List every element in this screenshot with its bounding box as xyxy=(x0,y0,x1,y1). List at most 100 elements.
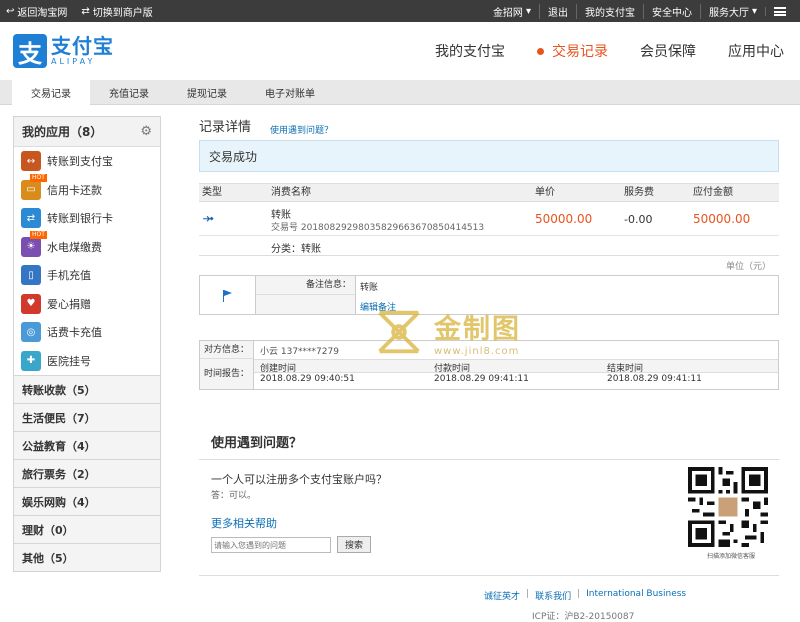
more-help-link[interactable]: 更多相关帮助 xyxy=(211,515,277,531)
end-time: 2018.08.29 09:41:11 xyxy=(607,374,702,384)
sidebar-group[interactable]: 其他（5） xyxy=(14,543,160,571)
menu-button[interactable] xyxy=(765,6,794,16)
switch-merchant-link[interactable]: ⇄ 切换到商户版 xyxy=(81,4,152,19)
logout-link[interactable]: 退出 xyxy=(538,3,576,19)
app-icon: ♥ xyxy=(21,293,41,314)
tab-statement[interactable]: 电子对账单 xyxy=(246,80,334,105)
logo-en-text: ALIPAY xyxy=(51,57,96,66)
sidebar-app-item[interactable]: ▭ HOT 信用卡还款 xyxy=(14,173,160,205)
logo-cn-text: 支付宝 xyxy=(51,34,114,58)
help-link[interactable]: 使用遇到问题？ xyxy=(270,123,333,136)
faq-search-input[interactable] xyxy=(211,537,331,553)
transaction-table: 类型 消费名称 单价 服务费 应付金额 ⤞ 转账 交易号 20180829298… xyxy=(199,183,779,256)
icp-license: ICP证：沪B2-20150087 xyxy=(532,612,635,622)
table-row: ⤞ 转账 交易号 2018082929803582966367085041451… xyxy=(199,202,779,236)
faq-title: 使用遇到问题？ xyxy=(211,436,303,451)
active-dot-icon xyxy=(537,47,544,55)
time-label: 时间报告： xyxy=(200,359,254,389)
sub-nav: 交易记录 充值记录 提现记录 电子对账单 xyxy=(0,80,800,105)
status-text: 交易成功 xyxy=(209,149,258,164)
sidebar-app-item[interactable]: ☀ HOT 水电煤缴费 xyxy=(14,230,160,262)
nav-member-protection[interactable]: 会员保障 xyxy=(624,22,712,80)
sidebar-group[interactable]: 理财（0） xyxy=(14,515,160,543)
party-label: 对方信息： xyxy=(200,341,254,359)
tab-transaction-records[interactable]: 交易记录 xyxy=(12,80,90,105)
account-name-link[interactable]: 金招网 ▾ xyxy=(485,4,539,19)
return-icon: ↩ xyxy=(6,5,15,17)
app-icon: ▯ xyxy=(21,265,41,286)
app-icon: ⇄ xyxy=(21,208,41,229)
gear-icon[interactable]: ⚙ xyxy=(140,124,152,139)
nav-my-alipay[interactable]: 我的支付宝 xyxy=(419,22,521,80)
header-price: 单价 xyxy=(535,187,555,198)
sidebar-app-item[interactable]: ↔ 转账到支付宝 xyxy=(14,147,160,176)
top-bar: ↩ 返回淘宝网 ⇄ 切换到商户版 金招网 ▾ 退出 我的支付宝 安全中心 服务大厅 ▾ xyxy=(0,0,800,22)
app-label: 话费卡充值 xyxy=(47,326,102,340)
nav-transactions[interactable]: 交易记录 xyxy=(521,22,624,80)
alipay-logo[interactable]: 支 支付宝 ALIPAY xyxy=(13,34,114,68)
faq-search-button[interactable]: 搜索 xyxy=(337,536,371,553)
transaction-name: 转账 xyxy=(271,210,291,221)
category-text: 分类：转账 xyxy=(271,244,321,255)
flag-icon xyxy=(222,290,233,302)
my-alipay-link[interactable]: 我的支付宝 xyxy=(575,3,643,19)
sidebar-app-item[interactable]: ▯ 手机充值 xyxy=(14,261,160,290)
switch-icon: ⇄ xyxy=(81,5,90,17)
sidebar-group[interactable]: 娱乐网购（4） xyxy=(14,487,160,515)
sidebar-group[interactable]: 生活便民（7） xyxy=(14,403,160,431)
app-icon: ▭ HOT xyxy=(21,173,47,200)
alipay-logo-icon: 支 xyxy=(13,34,47,68)
trade-number: 交易号 2018082929803582966367085041451​3 xyxy=(271,223,485,233)
footer-intl-link[interactable]: International Business xyxy=(586,589,686,602)
tab-recharge-records[interactable]: 充值记录 xyxy=(90,80,168,105)
footer-careers-link[interactable]: 诚征英才 xyxy=(484,589,520,602)
payable-amount: 50000.00 xyxy=(693,212,751,226)
hot-badge: HOT xyxy=(30,173,47,182)
header-type: 类型 xyxy=(202,187,222,198)
app-label: 转账到支付宝 xyxy=(47,155,113,169)
category-row: 分类：转账 xyxy=(199,236,779,256)
sidebar-app-item[interactable]: ◎ 话费卡充值 xyxy=(14,318,160,347)
sidebar-app-item[interactable]: ♥ 爱心捐赠 xyxy=(14,290,160,319)
tab-withdraw-records[interactable]: 提现记录 xyxy=(168,80,246,105)
header-fee: 服务费 xyxy=(624,187,654,198)
footer-contact-link[interactable]: 联系我们 xyxy=(535,589,571,602)
transfer-type-icon: ⤞ xyxy=(203,211,214,226)
caret-down-icon: ▾ xyxy=(751,5,757,17)
faq-answer: 答：可以。 xyxy=(211,491,257,501)
app-label: 手机充值 xyxy=(47,269,91,283)
party-value: 小云 137****7279 xyxy=(260,347,339,357)
sidebar-group[interactable]: 转账收款（5） xyxy=(14,375,160,403)
watermark-logo-icon xyxy=(378,310,420,354)
qr-code-icon xyxy=(688,467,768,547)
header: 支 支付宝 ALIPAY 我的支付宝 交易记录 会员保障 应用中心 xyxy=(0,22,800,80)
unit-price: 50000.00 xyxy=(535,212,593,226)
sidebar-app-item[interactable]: ⇄ 转账到银行卡 xyxy=(14,204,160,233)
sidebar-group[interactable]: 公益教育（4） xyxy=(14,431,160,459)
paid-time: 2018.08.29 09:41:11 xyxy=(434,374,529,384)
menu-icon xyxy=(774,6,786,16)
sidebar-app-item[interactable]: ✚ 医院挂号 xyxy=(14,347,160,376)
watermark-text: 金制图 xyxy=(434,314,521,345)
sidebar: 我的应用（8） ⚙ ↔ 转账到支付宝 ▭ HOT 信用卡还款 ⇄ 转账到银行卡 ☀ HOT 水电煤… xyxy=(13,116,161,572)
security-center-link[interactable]: 安全中心 xyxy=(642,3,700,19)
app-icon: ☀ HOT xyxy=(21,230,47,257)
sidebar-group[interactable]: 旅行票务（2） xyxy=(14,459,160,487)
faq-question[interactable]: 一个人可以注册多个支付宝账户吗？ xyxy=(211,471,387,487)
note-value: 转账 xyxy=(360,283,379,293)
page-title: 记录详情 xyxy=(199,120,252,135)
watermark-url: www.jinl8.com xyxy=(434,346,520,357)
header-pay: 应付金额 xyxy=(693,187,733,198)
back-to-taobao-link[interactable]: ↩ 返回淘宝网 xyxy=(6,4,67,19)
unit-label: 单位（元） xyxy=(725,262,771,272)
nav-app-center[interactable]: 应用中心 xyxy=(712,22,800,80)
service-fee: -0.00 xyxy=(624,213,653,226)
footer-links: 诚征英才 | 联系我们 | International Business xyxy=(484,589,687,602)
qr-caption: 扫描添加微信客服 xyxy=(706,553,755,560)
app-label: 信用卡还款 xyxy=(47,183,102,197)
app-label: 医院挂号 xyxy=(47,354,91,368)
hot-badge: HOT xyxy=(30,230,47,239)
service-hall-link[interactable]: 服务大厅 ▾ xyxy=(699,3,765,19)
app-icon: ◎ xyxy=(21,322,41,343)
note-label: 备注信息： xyxy=(256,276,356,295)
